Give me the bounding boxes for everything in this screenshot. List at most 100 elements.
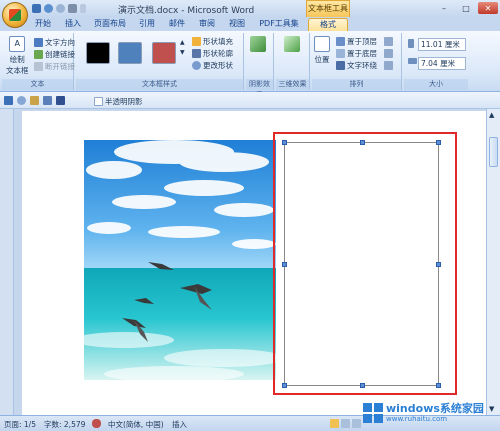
- group-icon[interactable]: [384, 49, 393, 58]
- maximize-icon[interactable]: □: [456, 2, 476, 14]
- tab-home[interactable]: 开始: [32, 18, 54, 31]
- threed-icon: [284, 36, 300, 52]
- paint-bucket-icon: [192, 37, 201, 46]
- vertical-ruler: [0, 109, 14, 415]
- vertical-scrollbar[interactable]: ▲ ▼: [486, 109, 500, 415]
- style-swatch-black[interactable]: [86, 42, 110, 64]
- shape-fill-label: 形状填充: [203, 37, 233, 46]
- styles-scroll-up-icon[interactable]: ▲: [180, 39, 185, 46]
- bring-front-label: 置于顶层: [347, 37, 377, 46]
- format-painter-icon[interactable]: [30, 96, 39, 105]
- draw-textbox-label-2: 文本框: [6, 66, 29, 75]
- scroll-up-icon[interactable]: ▲: [489, 111, 494, 119]
- shape-outline-button[interactable]: 形状轮廓: [192, 48, 233, 59]
- width-glyph: [408, 58, 417, 64]
- tab-mailings[interactable]: 邮件: [166, 18, 188, 31]
- page-count[interactable]: 页面: 1/5: [4, 419, 36, 430]
- style-swatch-red[interactable]: [152, 42, 176, 64]
- line-color-icon[interactable]: [56, 96, 65, 105]
- change-shape-button[interactable]: 更改形状: [192, 60, 233, 71]
- height-input[interactable]: 11.01 厘米: [418, 38, 466, 51]
- position-button[interactable]: 位置: [314, 36, 330, 65]
- save-small-icon[interactable]: [4, 96, 13, 105]
- watermark-url: www.ruhaitu.com: [386, 415, 448, 423]
- view-buttons: [330, 419, 361, 428]
- close-icon[interactable]: ✕: [478, 2, 498, 14]
- styles-scroll-down-icon[interactable]: ▼: [180, 49, 185, 56]
- pen-icon: [192, 49, 201, 58]
- align-glyph: [384, 37, 393, 46]
- tab-page-layout[interactable]: 页面布局: [92, 18, 128, 31]
- link-icon: [34, 50, 43, 59]
- rotate-icon[interactable]: [384, 61, 393, 70]
- text-direction-label: 文字方向: [45, 38, 75, 47]
- shape-outline-label: 形状轮廓: [203, 49, 233, 58]
- windows-logo-icon: [363, 403, 383, 423]
- width-icon: [408, 58, 417, 64]
- break-link-button[interactable]: 断开链接: [34, 61, 75, 72]
- text-wrap-icon: [336, 61, 345, 70]
- office-button[interactable]: [2, 2, 28, 28]
- tab-pdf-tools[interactable]: PDF工具集: [256, 18, 302, 31]
- change-shape-label: 更改形状: [203, 61, 233, 70]
- shadow-effects-button[interactable]: [250, 36, 266, 54]
- minimize-icon[interactable]: –: [434, 2, 454, 14]
- drawing-toolbar: 半透明阴影: [0, 92, 500, 109]
- window-title: 演示文档.docx - Microsoft Word: [118, 6, 255, 16]
- send-to-back-button[interactable]: 置于底层: [336, 48, 377, 59]
- ribbon-tabs: 开始 插入 页面布局 引用 邮件 审阅 视图 PDF工具集 格式: [0, 17, 500, 31]
- drawbar-tools: [4, 96, 65, 105]
- draw-textbox-label-1: 绘制: [9, 55, 25, 64]
- document-page: [22, 111, 486, 415]
- highlight-frame: [273, 132, 457, 395]
- style-swatch-blue[interactable]: [118, 42, 142, 64]
- height-icon: [408, 39, 414, 48]
- unlink-icon: [34, 62, 43, 71]
- create-link-label: 创建链接: [45, 50, 75, 59]
- draw-textbox-button[interactable]: A 绘制 文本框: [6, 36, 29, 76]
- threed-effects-button[interactable]: [284, 36, 300, 54]
- watermark: windows系统家园 www.ruhaitu.com: [360, 398, 498, 428]
- shadow-effects-label: 阴影效果: [246, 79, 273, 99]
- seagull-ocean-image[interactable]: [84, 140, 276, 380]
- customize-icon[interactable]: [80, 4, 86, 13]
- create-link-button[interactable]: 创建链接: [34, 49, 75, 60]
- language-indicator[interactable]: 中文(简体, 中国): [108, 419, 164, 430]
- shapes-icon: [192, 61, 201, 70]
- arrange-group-label: 排列: [312, 79, 401, 90]
- insert-mode[interactable]: 插入: [172, 419, 187, 430]
- bring-to-front-button[interactable]: 置于顶层: [336, 36, 377, 47]
- tab-format[interactable]: 格式: [308, 18, 348, 31]
- tab-references[interactable]: 引用: [136, 18, 158, 31]
- redo-icon[interactable]: [56, 4, 65, 13]
- watermark-text: windows系统家园: [386, 402, 484, 415]
- size-group-label: 大小: [404, 79, 468, 90]
- reading-layout-icon[interactable]: [341, 419, 350, 428]
- pencil-icon[interactable]: [43, 96, 52, 105]
- align-icon[interactable]: [384, 37, 393, 46]
- bring-front-icon: [336, 37, 345, 46]
- undo-small-icon[interactable]: [17, 96, 26, 105]
- spellcheck-icon[interactable]: [92, 419, 101, 430]
- print-icon[interactable]: [68, 4, 77, 13]
- print-layout-icon[interactable]: [330, 419, 339, 428]
- tab-insert[interactable]: 插入: [62, 18, 84, 31]
- undo-icon[interactable]: [44, 4, 53, 13]
- scroll-thumb[interactable]: [489, 137, 498, 167]
- textbox-styles-group: ▲ ▼ 形状填充 形状轮廓 更改形状 文本框样式: [76, 33, 244, 90]
- document-workspace: [14, 109, 486, 415]
- text-group-label: 文本: [2, 79, 73, 90]
- text-wrap-button[interactable]: 文字环绕: [336, 60, 377, 71]
- save-icon[interactable]: [32, 4, 41, 13]
- shape-fill-button[interactable]: 形状填充: [192, 36, 233, 47]
- width-input[interactable]: 7.04 厘米: [418, 57, 466, 70]
- text-wrap-label: 文字环绕: [347, 61, 377, 70]
- text-direction-button[interactable]: 文字方向: [34, 37, 75, 48]
- threed-effects-group: 三维效果: [276, 33, 310, 90]
- quick-access-toolbar: [32, 4, 86, 13]
- semi-transparent-shadow-button[interactable]: 半透明阴影: [94, 96, 143, 107]
- break-link-label: 断开链接: [45, 62, 75, 71]
- tab-review[interactable]: 审阅: [196, 18, 218, 31]
- word-count[interactable]: 字数: 2,579: [44, 419, 85, 430]
- tab-view[interactable]: 视图: [226, 18, 248, 31]
